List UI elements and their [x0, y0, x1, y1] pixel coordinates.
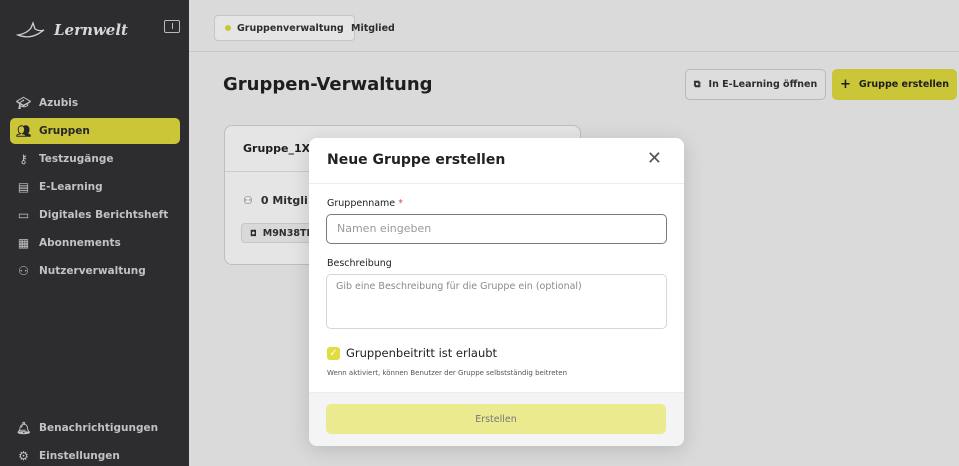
submit-button[interactable]: Erstellen: [326, 404, 666, 434]
required-marker: *: [398, 198, 403, 209]
description-textarea[interactable]: Gib eine Beschreibung für die Gruppe ein…: [326, 274, 667, 329]
modal-footer: Erstellen: [309, 392, 684, 446]
group-name-input[interactable]: Namen eingeben: [326, 214, 667, 244]
close-icon[interactable]: ✕: [647, 150, 662, 168]
join-allowed-label: Gruppenbeitritt ist erlaubt: [346, 346, 498, 360]
modal-title: Neue Gruppe erstellen: [327, 152, 506, 168]
join-allowed-hint: Wenn aktiviert, können Benutzer der Grup…: [327, 369, 568, 377]
join-allowed-row[interactable]: ✓ Gruppenbeitritt ist erlaubt: [327, 346, 497, 360]
submit-label: Erstellen: [475, 413, 517, 425]
join-allowed-checkbox[interactable]: ✓: [327, 346, 340, 360]
description-label: Beschreibung: [327, 258, 392, 269]
group-name-placeholder: Namen eingeben: [337, 222, 432, 235]
modal-header: Neue Gruppe erstellen ✕: [309, 138, 684, 184]
group-name-label: Gruppenname *: [327, 198, 403, 209]
group-name-label-text: Gruppenname: [327, 198, 396, 209]
create-group-modal: Neue Gruppe erstellen ✕ Gruppenname * Na…: [309, 138, 684, 446]
description-placeholder: Gib eine Beschreibung für die Gruppe ein…: [336, 281, 582, 292]
